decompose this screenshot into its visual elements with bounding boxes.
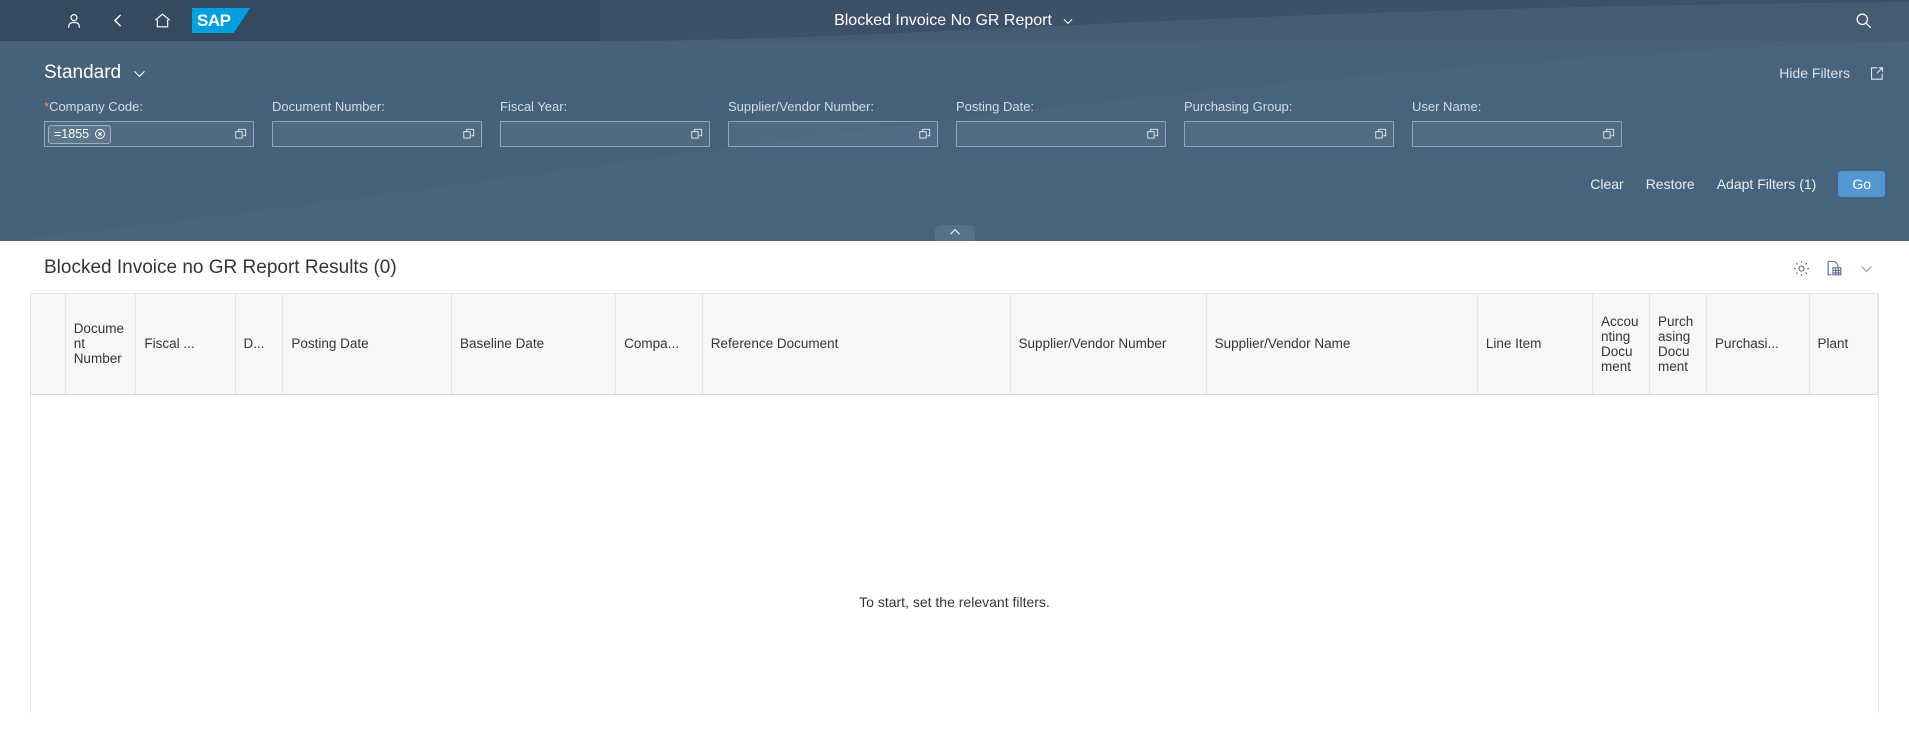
table-header-cell[interactable]: Supplier/Vendor Name (1206, 294, 1478, 395)
supplier-vendor-number-input[interactable] (728, 121, 938, 147)
table-header-cell[interactable]: D... (235, 294, 284, 395)
shell-header: SAP Blocked Invoice No GR Report (0, 0, 1909, 41)
table-header-row: Document Number Fiscal ... D... Posting Dat… (31, 294, 1878, 395)
value-help-icon[interactable] (1602, 127, 1616, 141)
results-title: Blocked Invoice no GR Report Results (0) (44, 257, 397, 278)
results-table: Document Number Fiscal ... D... Posting Dat… (31, 294, 1878, 395)
value-help-icon[interactable] (462, 127, 476, 141)
export-spreadsheet-icon[interactable] (1825, 259, 1844, 278)
value-help-icon[interactable] (918, 127, 932, 141)
page-title: Blocked Invoice No GR Report (834, 11, 1052, 29)
filter-label-fiscal-year: Fiscal Year: (500, 99, 568, 114)
table-header-cell[interactable]: Supplier/Vendor Number (1010, 294, 1207, 395)
restore-button[interactable]: Restore (1646, 176, 1695, 192)
table-header-cell[interactable]: Baseline Date (451, 294, 617, 395)
filter-field-document-number: Document Number: (272, 99, 500, 147)
empty-state-message: To start, set the relevant filters. (859, 594, 1050, 610)
table-header-cell[interactable]: Purchasi... (1706, 294, 1810, 395)
search-button[interactable] (1841, 0, 1885, 41)
token-remove-icon[interactable] (94, 128, 106, 140)
table-header-cell[interactable]: Posting Date (282, 294, 453, 395)
filter-label-posting-date: Posting Date: (956, 99, 1035, 114)
go-button[interactable]: Go (1838, 171, 1885, 197)
filter-bar: Standard Hide Filters *Company Code: =18… (0, 41, 1909, 241)
filter-field-purchasing-group: Purchasing Group: (1184, 99, 1412, 147)
chevron-down-icon (131, 65, 148, 82)
results-header: Blocked Invoice no GR Report Results (0) (0, 241, 1909, 293)
filter-label-user-name: User Name: (1412, 99, 1482, 114)
filter-fields: *Company Code: =1855 Document Number: Fi… (0, 91, 1909, 147)
hide-filters-button[interactable]: Hide Filters (1779, 65, 1850, 81)
clear-button[interactable]: Clear (1590, 176, 1623, 192)
variant-selector[interactable]: Standard (44, 62, 148, 84)
filter-label-supplier-vendor-number: Supplier/Vendor Number: (728, 99, 874, 114)
filter-field-company-code: *Company Code: =1855 (44, 99, 272, 147)
results-toolbar (1792, 259, 1875, 278)
table-header-cell[interactable]: Fiscal ... (135, 294, 236, 395)
gear-icon[interactable] (1792, 259, 1811, 278)
table-header-cell[interactable]: Accounting Document (1592, 294, 1650, 395)
table-header-cell[interactable]: Reference Document (702, 294, 1011, 395)
table-header-select-all[interactable] (31, 294, 66, 395)
table-header-cell[interactable]: Purchasing Document (1649, 294, 1707, 395)
token-text: =1855 (54, 127, 90, 141)
user-name-input[interactable] (1412, 121, 1622, 147)
document-number-input[interactable] (272, 121, 482, 147)
filter-token-company-code[interactable]: =1855 (48, 124, 112, 144)
posting-date-input[interactable] (956, 121, 1166, 147)
table-header-cell[interactable]: Document Number (65, 294, 137, 395)
filter-label-purchasing-group: Purchasing Group: (1184, 99, 1293, 114)
company-code-input[interactable]: =1855 (44, 121, 254, 147)
collapse-filterbar-button[interactable] (934, 225, 975, 241)
value-help-icon[interactable] (1374, 127, 1388, 141)
chevron-down-icon[interactable] (1858, 260, 1875, 277)
results-section: Blocked Invoice no GR Report Results (0) (0, 241, 1909, 738)
variant-label: Standard (44, 62, 122, 83)
adapt-filters-button[interactable]: Adapt Filters (1) (1717, 176, 1817, 192)
filter-field-supplier-vendor-number: Supplier/Vendor Number: (728, 99, 956, 147)
value-help-icon[interactable] (234, 127, 248, 141)
filter-actions: Clear Restore Adapt Filters (1) Go (0, 147, 1909, 199)
table-header-cell[interactable]: Plant (1809, 294, 1878, 395)
filter-field-user-name: User Name: (1412, 99, 1640, 147)
results-table-container[interactable]: Document Number Fiscal ... D... Posting Dat… (30, 293, 1879, 713)
share-export-icon[interactable] (1868, 65, 1885, 82)
filter-label-text: Company Code: (49, 99, 144, 114)
fiscal-year-input[interactable] (500, 121, 710, 147)
filter-field-posting-date: Posting Date: (956, 99, 1184, 147)
value-help-icon[interactable] (1146, 127, 1160, 141)
table-header-cell[interactable]: Compa... (615, 294, 703, 395)
app-title-area: Blocked Invoice No GR Report (0, 0, 1909, 41)
app-title-button[interactable]: Blocked Invoice No GR Report (834, 12, 1075, 30)
filter-label-company-code: *Company Code: (44, 99, 272, 114)
table-header-cell[interactable]: Line Item (1477, 294, 1593, 395)
chevron-down-icon (1061, 14, 1075, 28)
chevron-up-icon (948, 227, 962, 237)
filter-label-document-number: Document Number: (272, 99, 385, 114)
purchasing-group-input[interactable] (1184, 121, 1394, 147)
value-help-icon[interactable] (690, 127, 704, 141)
filter-field-fiscal-year: Fiscal Year: (500, 99, 728, 147)
search-icon (1854, 11, 1873, 30)
